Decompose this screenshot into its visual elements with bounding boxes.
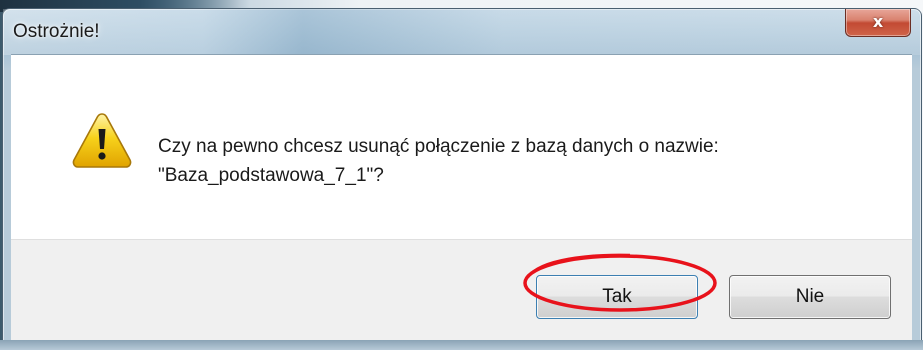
no-button[interactable]: Nie bbox=[729, 275, 891, 319]
message-area: Czy na pewno chcesz usunąć połączenie z … bbox=[11, 54, 912, 240]
warning-icon bbox=[72, 113, 132, 168]
message-line-1: Czy na pewno chcesz usunąć połączenie z … bbox=[158, 136, 719, 157]
dialog-window: Ostrożnie! x Czy na pewno chcesz usunąć … bbox=[2, 8, 922, 350]
close-icon: x bbox=[872, 12, 884, 31]
close-button[interactable]: x bbox=[845, 9, 911, 37]
window-bottom-edge bbox=[0, 340, 923, 350]
button-bar: Tak Nie bbox=[11, 239, 912, 350]
title-bar[interactable]: Ostrożnie! x bbox=[3, 9, 921, 55]
window-title: Ostrożnie! bbox=[13, 21, 100, 42]
yes-button[interactable]: Tak bbox=[536, 275, 698, 319]
dialog-message: Czy na pewno chcesz usunąć połączenie z … bbox=[158, 132, 719, 190]
message-line-2: "Baza_podstawowa_7_1"? bbox=[158, 165, 384, 186]
